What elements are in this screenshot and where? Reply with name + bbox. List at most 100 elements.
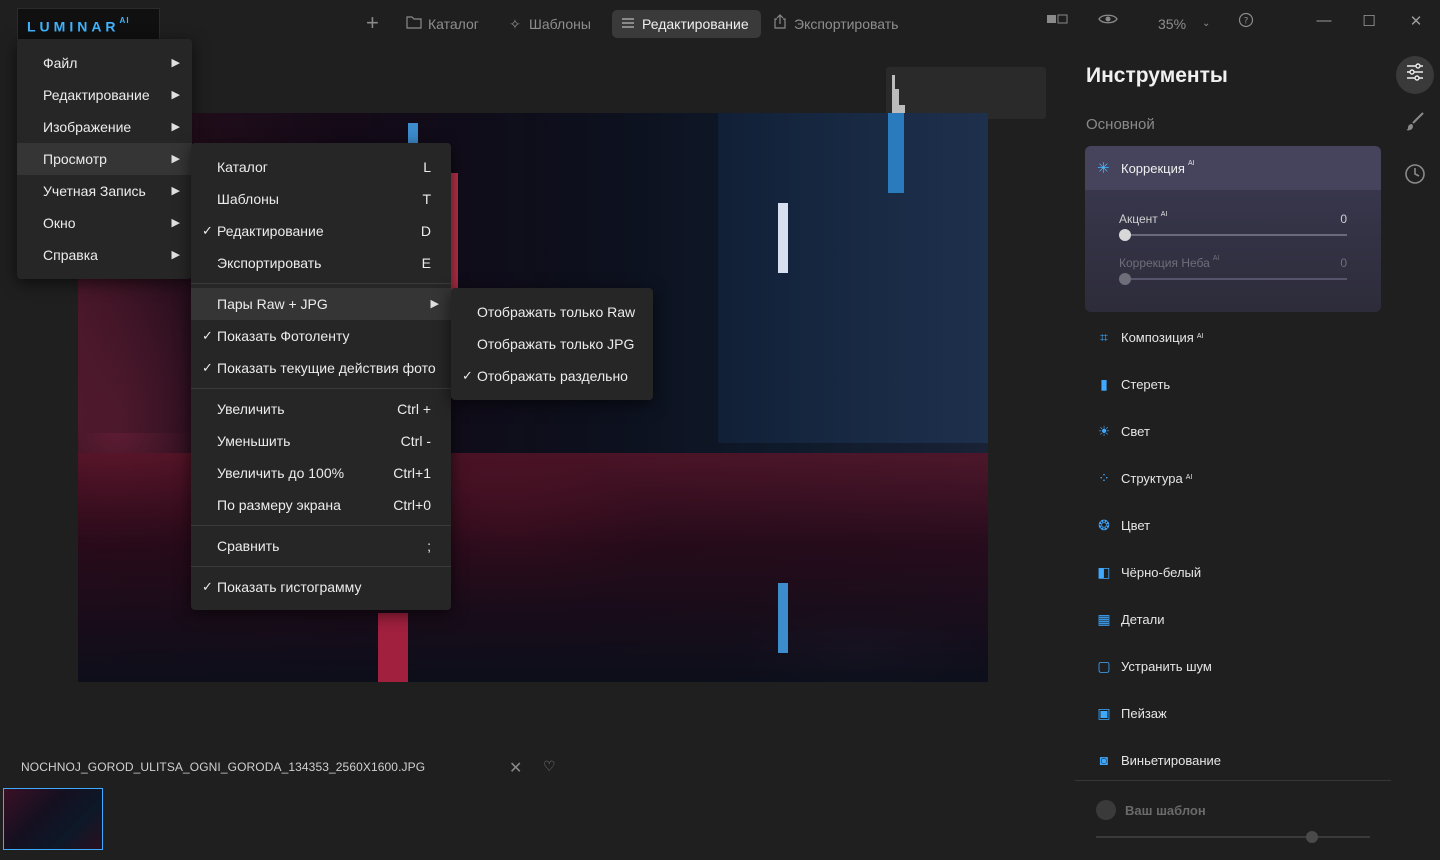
menu-item-shortcut: Ctrl+0: [393, 497, 431, 513]
tool-bw[interactable]: ◧ Чёрно-белый: [1096, 562, 1201, 582]
menu-item-label: Редактирование: [217, 223, 324, 239]
menu-item-edit[interactable]: Редактирование ▶: [17, 79, 192, 111]
compare-icon[interactable]: [1045, 12, 1069, 30]
close-photo-icon[interactable]: ✕: [509, 758, 522, 778]
help-icon[interactable]: ?: [1236, 12, 1256, 32]
add-photos-icon[interactable]: +: [366, 12, 379, 34]
view-item-compare[interactable]: Сравнить;: [191, 530, 451, 562]
menu-item-shortcut: D: [420, 223, 431, 239]
sky-value: 0: [1340, 256, 1347, 270]
history-clock-icon[interactable]: [1396, 160, 1434, 198]
eraser-icon: ▮: [1100, 375, 1108, 392]
bw-icon: ◧: [1097, 563, 1111, 580]
accent-slider-handle[interactable]: [1119, 229, 1131, 241]
view-item-show-actions[interactable]: ✓ Показать текущие действия фото: [191, 352, 451, 384]
menu-item-label: Справка: [43, 247, 98, 263]
template-slider-track[interactable]: [1096, 836, 1370, 838]
template-slider-handle[interactable]: [1306, 831, 1318, 843]
check-icon: ✓: [202, 328, 213, 343]
zoom-select[interactable]: 35% ⌄: [1158, 10, 1210, 38]
view-item-catalog[interactable]: Каталог L: [191, 151, 451, 183]
view-item-zoom-out[interactable]: Уменьшить Ctrl -: [191, 425, 451, 457]
check-icon: ✓: [202, 579, 213, 594]
luminar-app: LUMINARAI + Каталог ✧ Шаблоны Редактиров…: [0, 0, 1440, 860]
template-label: Ваш шаблон: [1125, 802, 1206, 818]
logo-text: LUMINAR: [27, 18, 120, 35]
heart-icon[interactable]: ♡: [543, 758, 556, 775]
view-item-fit-screen[interactable]: По размеру экрана Ctrl+0: [191, 489, 451, 521]
accent-label: Акцент AI: [1119, 211, 1167, 226]
minimize-icon[interactable]: —: [1314, 12, 1334, 29]
menu-item-file[interactable]: Файл ▶: [17, 47, 192, 79]
menu-item-help[interactable]: Справка ▶: [17, 239, 192, 271]
sky-label-text: Коррекция Неба: [1119, 256, 1210, 270]
panel-subtitle: Основной: [1086, 116, 1155, 133]
check-icon: ✓: [462, 368, 473, 383]
luminar-logo[interactable]: LUMINARAI: [17, 8, 160, 40]
view-item-raw-jpg-pairs[interactable]: Пары Raw + JPG ▶: [191, 288, 451, 320]
photo-building-right: [718, 113, 988, 443]
tool-details[interactable]: ▦ Детали: [1096, 609, 1164, 629]
menu-item-label: Окно: [43, 215, 76, 231]
tool-erase[interactable]: ▮ Стереть: [1096, 374, 1170, 394]
menu-item-label: Показать текущие действия фото: [217, 360, 436, 376]
check-icon: ✓: [202, 223, 213, 238]
sky-slider-track[interactable]: [1119, 278, 1347, 280]
raw-item-raw-only[interactable]: Отображать только Raw: [451, 296, 653, 328]
correction-title: Коррекция: [1121, 161, 1185, 176]
view-item-zoom-in[interactable]: Увеличить Ctrl +: [191, 393, 451, 425]
menu-item-view[interactable]: Просмотр ▶: [17, 143, 192, 175]
your-template[interactable]: Ваш шаблон: [1096, 800, 1206, 820]
correction-header[interactable]: ✳ Коррекция AI: [1085, 146, 1381, 190]
landscape-icon: ▣: [1097, 704, 1111, 721]
menu-item-label: Экспортировать: [217, 255, 322, 271]
ai-badge: AI: [1212, 255, 1220, 262]
menu-item-account[interactable]: Учетная Запись ▶: [17, 175, 192, 207]
view-item-show-filmstrip[interactable]: ✓ Показать Фотоленту: [191, 320, 451, 352]
tab-templates[interactable]: ✧ Шаблоны: [507, 10, 591, 38]
close-icon[interactable]: ✕: [1406, 12, 1426, 30]
raw-item-jpg-only[interactable]: Отображать только JPG: [451, 328, 653, 360]
tool-label: Структура: [1121, 470, 1183, 486]
tool-label: Устранить шум: [1121, 658, 1212, 674]
menu-item-shortcut: E: [421, 255, 431, 271]
view-item-edit[interactable]: ✓ Редактирование D: [191, 215, 451, 247]
menu-item-shortcut: Ctrl -: [400, 433, 431, 449]
sky-slider-handle[interactable]: [1119, 273, 1131, 285]
ai-badge: AI: [1185, 473, 1193, 481]
tool-landscape[interactable]: ▣ Пейзаж: [1096, 703, 1166, 723]
eye-icon[interactable]: [1097, 12, 1119, 30]
view-item-export[interactable]: Экспортировать E: [191, 247, 451, 279]
vignette-icon: ◙: [1099, 752, 1109, 768]
filmstrip-thumbnail[interactable]: [3, 788, 103, 850]
ai-badge: AI: [1196, 332, 1204, 340]
tools-sliders-icon[interactable]: [1396, 56, 1434, 94]
tool-label: Композиция: [1121, 329, 1194, 345]
sparkle-icon: ✳: [1097, 160, 1110, 177]
tab-catalog[interactable]: Каталог: [406, 10, 479, 38]
menu-item-label: Файл: [43, 55, 78, 71]
tool-composition[interactable]: ⌗ Композиция AI: [1096, 327, 1203, 347]
tool-light[interactable]: ☀ Свет: [1096, 421, 1150, 441]
tab-edit[interactable]: Редактирование: [612, 10, 761, 38]
menu-item-shortcut: Ctrl +: [397, 401, 431, 417]
view-item-show-histogram[interactable]: ✓ Показать гистограмму: [191, 571, 451, 603]
accent-slider-track[interactable]: [1119, 234, 1347, 236]
tab-export[interactable]: Экспортировать: [772, 10, 898, 38]
accent-value: 0: [1340, 212, 1347, 226]
brush-icon[interactable]: [1396, 108, 1434, 146]
menu-item-window[interactable]: Окно ▶: [17, 207, 192, 239]
menu-item-label: Увеличить: [217, 401, 285, 417]
tool-denoise[interactable]: ▢ Устранить шум: [1096, 656, 1212, 676]
view-item-zoom-100[interactable]: Увеличить до 100% Ctrl+1: [191, 457, 451, 489]
menu-item-shortcut: Ctrl+1: [393, 465, 431, 481]
raw-item-separate[interactable]: ✓ Отображать раздельно: [451, 360, 653, 392]
tool-vignette[interactable]: ◙ Виньетирование: [1096, 750, 1221, 770]
tool-color[interactable]: ❂ Цвет: [1096, 515, 1150, 535]
maximize-icon[interactable]: ☐: [1359, 12, 1379, 30]
photo-neon-sign: [888, 113, 904, 193]
view-item-templates[interactable]: Шаблоны T: [191, 183, 451, 215]
crop-icon: ⌗: [1100, 328, 1108, 345]
tool-structure[interactable]: ⁘ Структура AI: [1096, 468, 1192, 488]
menu-item-image[interactable]: Изображение ▶: [17, 111, 192, 143]
